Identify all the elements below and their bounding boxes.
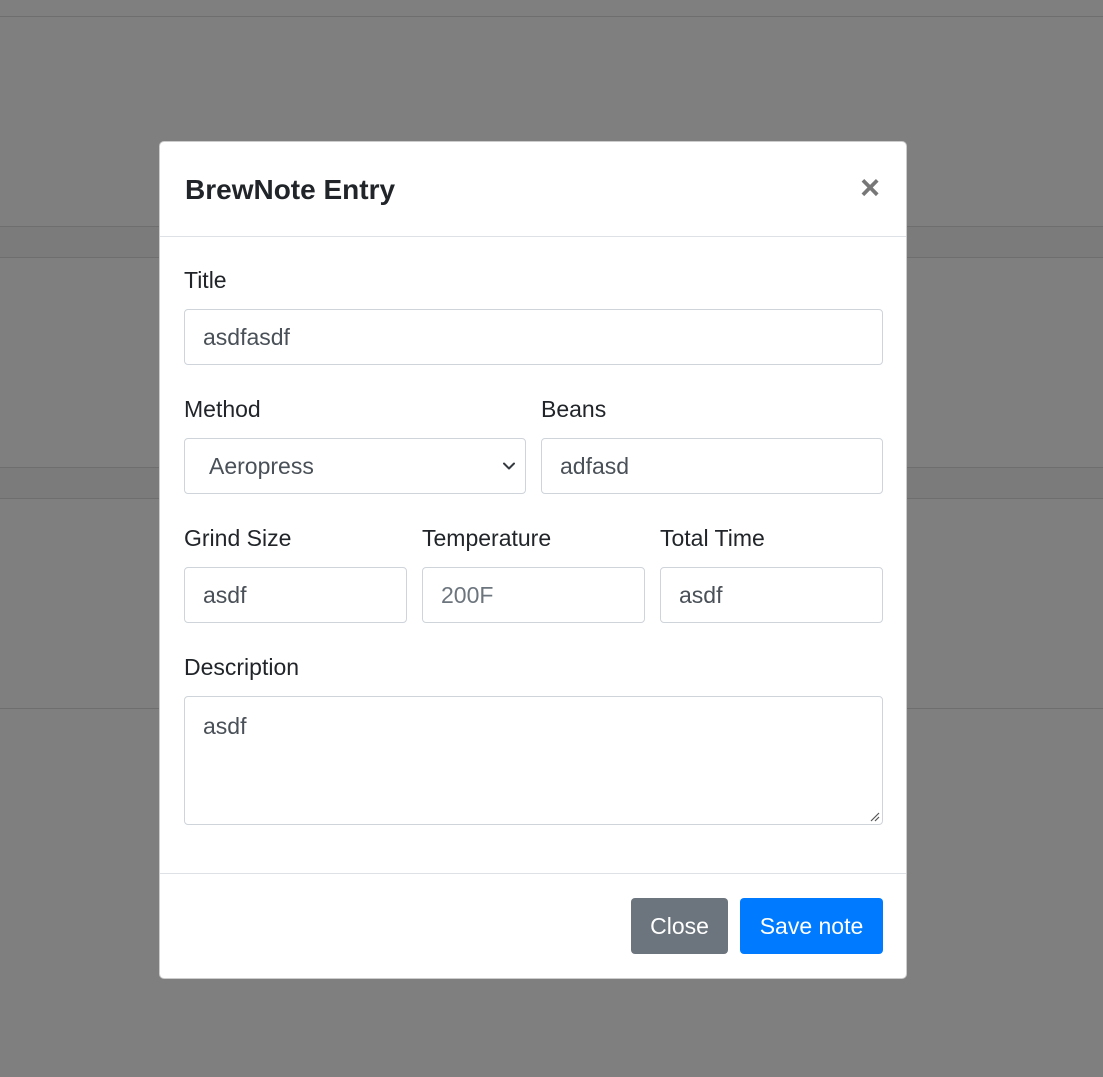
save-note-button[interactable]: Save note xyxy=(740,898,883,954)
beans-label: Beans xyxy=(541,396,607,422)
method-select[interactable]: Aeropress xyxy=(184,438,526,494)
description-text: asdf xyxy=(203,713,247,739)
chevron-down-icon xyxy=(503,462,515,470)
resize-grip-icon[interactable] xyxy=(868,810,880,822)
total-time-input[interactable]: asdf xyxy=(660,567,883,623)
grind-size-input[interactable]: asdf xyxy=(184,567,407,623)
description-label: Description xyxy=(184,654,300,680)
description-textarea[interactable]: asdf xyxy=(184,696,883,825)
modal-header: BrewNote Entry × xyxy=(160,142,906,237)
close-icon[interactable]: × xyxy=(856,170,884,206)
modal-footer-divider xyxy=(160,873,906,874)
temperature-input[interactable]: 200F xyxy=(422,567,645,623)
title-label: Title xyxy=(184,267,227,293)
beans-input[interactable]: adfasd xyxy=(541,438,883,494)
total-time-label: Total Time xyxy=(660,525,765,551)
close-button[interactable]: Close xyxy=(631,898,728,954)
modal-title: BrewNote Entry xyxy=(185,174,396,205)
method-selected-value: Aeropress xyxy=(209,453,314,479)
temperature-label: Temperature xyxy=(422,525,552,551)
brewnote-modal: BrewNote Entry × Title asdfasdf Method A… xyxy=(159,141,907,979)
title-input[interactable]: asdfasdf xyxy=(184,309,883,365)
method-label: Method xyxy=(184,396,261,422)
grind-size-label: Grind Size xyxy=(184,525,292,551)
